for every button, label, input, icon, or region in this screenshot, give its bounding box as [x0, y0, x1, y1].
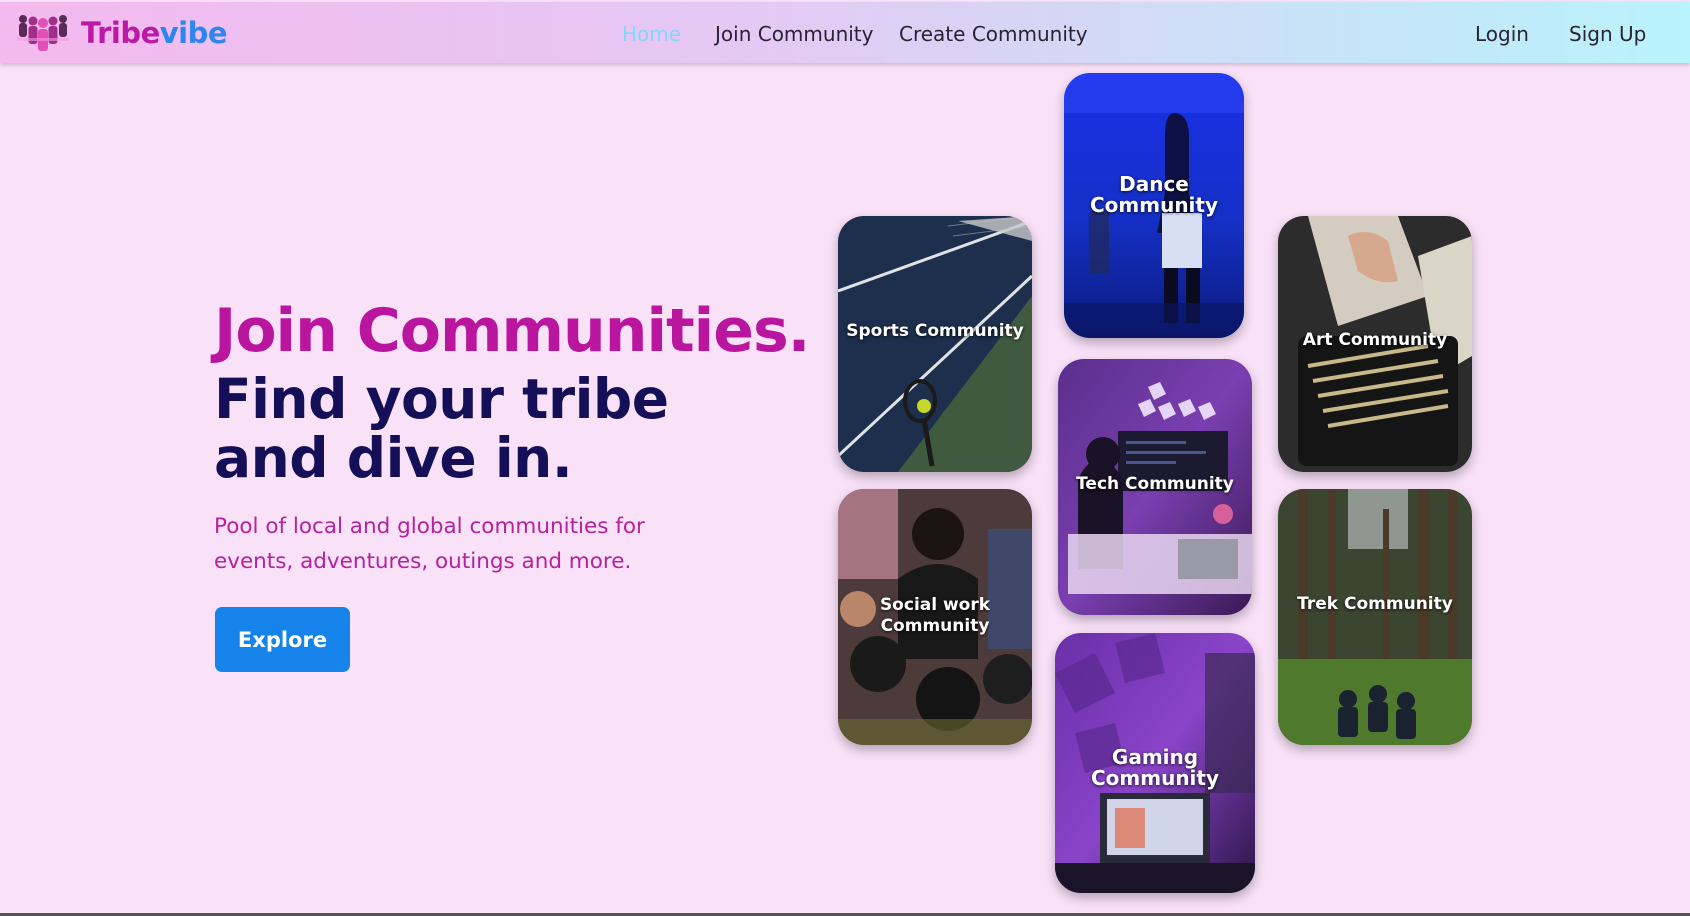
art-community-card[interactable]: Art Community [1278, 216, 1472, 472]
nav-join-community-link[interactable]: Join Community [715, 22, 873, 46]
brand-part1: Tribe [81, 16, 160, 50]
hero-title: Join Communities. [214, 296, 810, 366]
trek-community-card[interactable]: Trek Community [1278, 489, 1472, 745]
nav-create-community-link[interactable]: Create Community [899, 22, 1088, 46]
sports-card-label: Sports Community [846, 321, 1024, 341]
hero-description: Pool of local and global communities for… [214, 509, 645, 579]
social-work-community-card[interactable]: Social work Community [838, 489, 1032, 745]
hero-subtitle-line1: Find your tribe [214, 367, 669, 431]
explore-button[interactable]: Explore [215, 607, 350, 672]
brand-part2: vibe [159, 16, 228, 50]
sports-card-image [838, 216, 1032, 472]
brand-name[interactable]: Tribevibe [81, 16, 228, 50]
social-work-card-label: Social work Community [838, 595, 1032, 637]
navbar: Tribevibe Home Join Community Create Com… [0, 2, 1690, 63]
hero-description-line1: Pool of local and global communities for [214, 514, 645, 539]
tech-card-label: Tech Community [1076, 474, 1234, 494]
social-work-label-line1: Social work [879, 595, 991, 615]
tech-community-card[interactable]: Tech Community [1058, 359, 1252, 615]
trek-card-label: Trek Community [1297, 594, 1453, 614]
hero-description-line2: events, adventures, outings and more. [214, 549, 632, 574]
art-card-label: Art Community [1302, 330, 1448, 350]
trek-card-image [1278, 489, 1472, 745]
dance-community-card[interactable]: Dance Community [1064, 73, 1244, 338]
login-link[interactable]: Login [1475, 22, 1529, 46]
people-group-logo-icon[interactable] [15, 12, 71, 58]
gaming-community-card[interactable]: Gaming Community [1055, 633, 1255, 893]
signup-link[interactable]: Sign Up [1569, 22, 1646, 46]
hero-subtitle-line2: and dive in. [214, 426, 573, 490]
nav-home-link[interactable]: Home [622, 22, 681, 46]
gaming-card-label: Gaming Community [1090, 745, 1220, 790]
social-work-label-line2: Community [880, 616, 990, 636]
sports-community-card[interactable]: Sports Community [838, 216, 1032, 472]
dance-card-label: Dance Community [1089, 172, 1219, 217]
